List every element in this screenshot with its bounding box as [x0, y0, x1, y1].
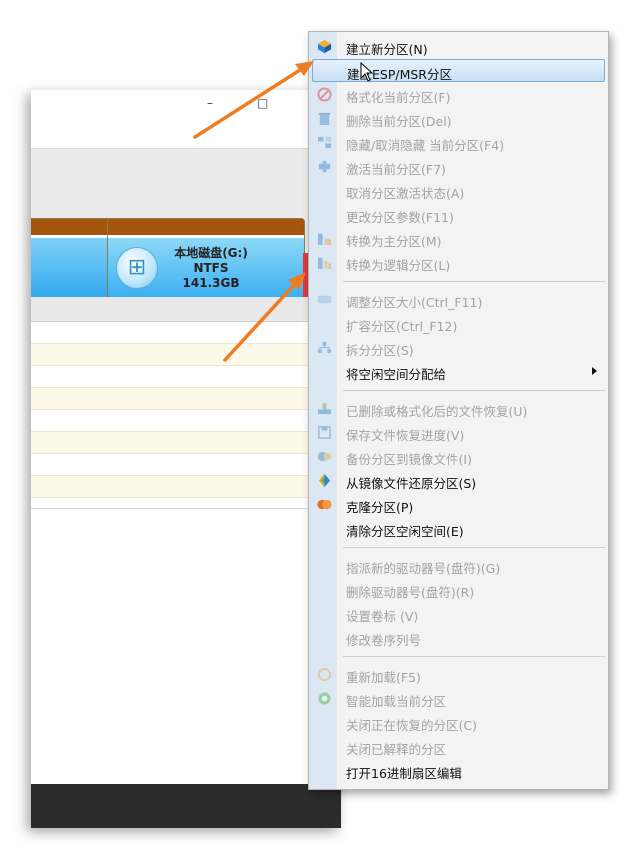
- mouse-cursor-icon: [360, 62, 374, 82]
- annotation-arrows: [193, 61, 314, 362]
- annotation-arrow-to-menu-item: [193, 61, 314, 139]
- annotation-arrow-to-partition: [223, 272, 306, 362]
